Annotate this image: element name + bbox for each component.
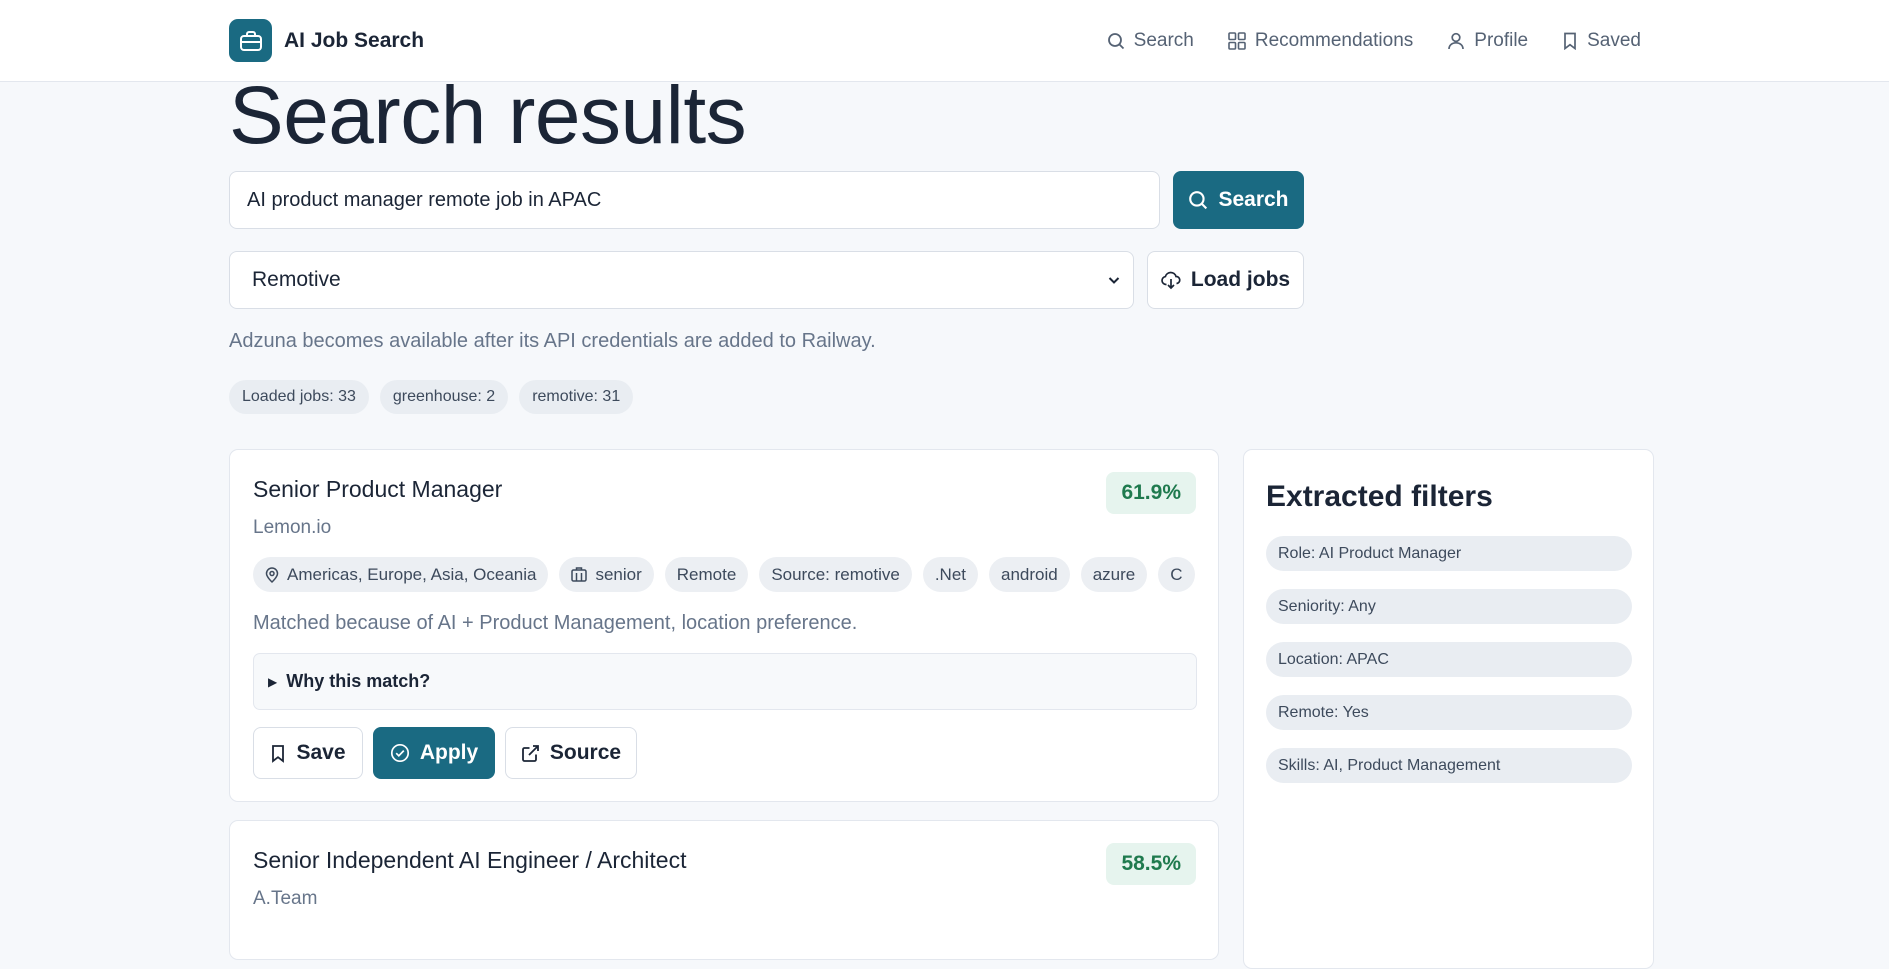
location-text: Americas, Europe, Asia, Oceania xyxy=(287,564,537,584)
filter-list: Role: AI Product Manager Seniority: Any … xyxy=(1266,536,1632,801)
disclosure-triangle-icon: ▶ xyxy=(268,674,278,689)
nav-item-search[interactable]: Search xyxy=(1107,30,1194,52)
page-title: Search results xyxy=(229,70,747,161)
stat-chip: greenhouse: 2 xyxy=(379,380,509,414)
main-nav: Search Recommendations Profile Saved xyxy=(1073,0,1641,82)
brand[interactable]: AI Job Search xyxy=(229,19,424,62)
load-jobs-label: Load jobs xyxy=(1190,268,1291,291)
nav-item-recommendations[interactable]: Recommendations xyxy=(1228,30,1413,52)
cloud-download-icon xyxy=(1161,271,1181,290)
location-tag: Americas, Europe, Asia, Oceania xyxy=(253,557,549,592)
match-score-badge: 58.5% xyxy=(1106,843,1196,885)
stat-chip: remotive: 31 xyxy=(519,380,634,414)
save-button[interactable]: Save xyxy=(253,727,363,779)
job-tags: Americas, Europe, Asia, Oceania senior R… xyxy=(253,557,1206,592)
job-tag: Source: remotive xyxy=(759,557,912,592)
job-tag: android xyxy=(989,557,1070,592)
briefcase-icon xyxy=(229,19,272,62)
company-name: A.Team xyxy=(253,888,318,909)
search-button[interactable]: Search xyxy=(1173,171,1304,229)
match-score-badge: 61.9% xyxy=(1106,472,1196,514)
external-link-icon xyxy=(521,744,539,762)
seniority-text: senior xyxy=(595,564,642,584)
search-icon xyxy=(1107,33,1124,50)
load-jobs-button[interactable]: Load jobs xyxy=(1147,251,1304,309)
source-select-value: Remotive xyxy=(252,268,341,291)
why-this-match-label: Why this match? xyxy=(286,671,431,691)
search-icon xyxy=(1189,191,1208,210)
bookmark-icon xyxy=(1564,32,1576,50)
source-button[interactable]: Source xyxy=(505,727,637,779)
job-card: Senior Product Manager Lemon.io 61.9% Am… xyxy=(229,449,1219,802)
seniority-tag: senior xyxy=(559,557,654,592)
match-reason: Matched because of AI + Product Manageme… xyxy=(253,612,858,634)
nav-item-label: Search xyxy=(1133,30,1194,51)
save-label: Save xyxy=(296,741,346,764)
filter-location: Location: APAC xyxy=(1266,642,1632,677)
building-icon xyxy=(571,567,588,582)
user-icon xyxy=(1448,32,1465,50)
grid-icon xyxy=(1228,32,1246,50)
job-tag: azure xyxy=(1080,557,1148,592)
job-title[interactable]: Senior Product Manager xyxy=(253,476,502,503)
stats-chips: Loaded jobs: 33 greenhouse: 2 remotive: … xyxy=(229,380,644,414)
job-title[interactable]: Senior Independent AI Engineer / Archite… xyxy=(253,847,686,874)
map-pin-icon xyxy=(265,566,279,583)
filter-remote: Remote: Yes xyxy=(1266,695,1632,730)
adzuna-note: Adzuna becomes available after its API c… xyxy=(229,330,876,352)
check-circle-icon xyxy=(390,743,409,763)
job-tag: C xyxy=(1158,557,1195,592)
company-name: Lemon.io xyxy=(253,517,332,538)
why-this-match-toggle[interactable]: ▶ Why this match? xyxy=(253,653,1197,710)
app-name: AI Job Search xyxy=(284,28,425,52)
job-tag: Remote xyxy=(664,557,749,592)
source-label: Source xyxy=(549,741,622,764)
filter-skills: Skills: AI, Product Management xyxy=(1266,748,1632,783)
nav-item-label: Recommendations xyxy=(1254,30,1414,51)
bookmark-icon xyxy=(272,744,285,763)
nav-item-saved[interactable]: Saved xyxy=(1562,30,1641,52)
job-tag: .Net xyxy=(922,557,978,592)
nav-item-profile[interactable]: Profile xyxy=(1447,30,1528,52)
job-card: Senior Independent AI Engineer / Archite… xyxy=(229,820,1219,960)
source-select[interactable]: Remotive xyxy=(229,251,1134,309)
filters-title: Extracted filters xyxy=(1266,480,1493,513)
filter-role: Role: AI Product Manager xyxy=(1266,536,1632,571)
extracted-filters-panel: Extracted filters Role: AI Product Manag… xyxy=(1243,449,1654,969)
filter-seniority: Seniority: Any xyxy=(1266,589,1632,624)
nav-item-label: Saved xyxy=(1587,30,1641,51)
apply-button[interactable]: Apply xyxy=(373,727,495,779)
stat-chip: Loaded jobs: 33 xyxy=(229,380,369,414)
chevron-down-icon xyxy=(1108,277,1120,284)
nav-item-label: Profile xyxy=(1474,30,1529,51)
search-button-label: Search xyxy=(1218,188,1289,211)
search-input[interactable] xyxy=(229,171,1160,229)
apply-label: Apply xyxy=(419,741,479,764)
